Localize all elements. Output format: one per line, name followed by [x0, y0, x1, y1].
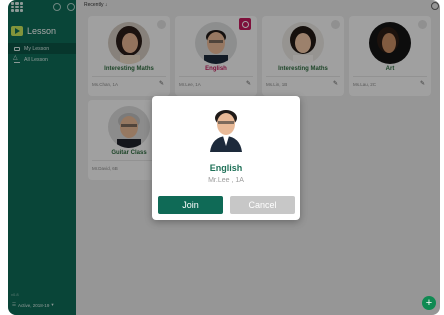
- teacher-photo: [202, 104, 250, 152]
- dialog-title: English: [209, 163, 243, 173]
- add-lesson-button[interactable]: +: [422, 296, 436, 310]
- join-button[interactable]: Join: [158, 196, 223, 214]
- app-window: Lesson My Lesson All Lesson v0.8 ☰ Activ…: [8, 0, 440, 315]
- join-dialog: English Mr.Lee , 1A Join Cancel: [152, 96, 300, 220]
- dialog-subtitle: Mr.Lee , 1A: [208, 177, 244, 184]
- cancel-button[interactable]: Cancel: [230, 196, 295, 214]
